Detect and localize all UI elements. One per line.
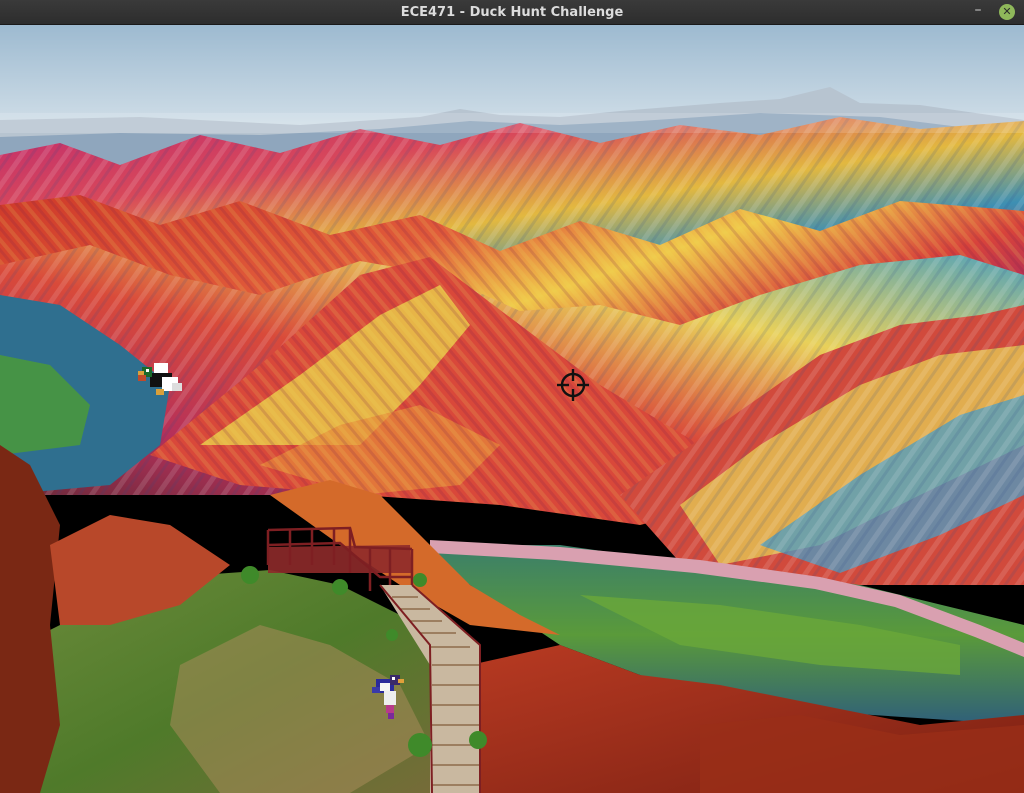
- game-canvas[interactable]: [0, 25, 1024, 793]
- close-button[interactable]: ✕: [999, 4, 1015, 20]
- minimize-button[interactable]: –: [970, 3, 986, 20]
- title-bar[interactable]: ECE471 - Duck Hunt Challenge – ✕: [0, 0, 1024, 25]
- window-title: ECE471 - Duck Hunt Challenge: [400, 5, 624, 20]
- duck-icon[interactable]: [132, 355, 188, 411]
- crosshair-icon: [556, 368, 590, 402]
- app-window: ECE471 - Duck Hunt Challenge – ✕: [0, 0, 1024, 793]
- duck-icon[interactable]: [368, 673, 412, 723]
